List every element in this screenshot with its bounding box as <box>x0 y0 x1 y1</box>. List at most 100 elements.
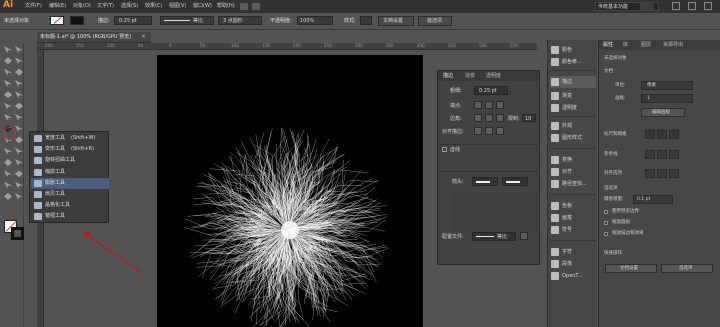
brush-definition[interactable]: 3 点圆形 <box>218 16 262 25</box>
tab-layers[interactable]: 图层 <box>641 43 651 48</box>
fill-swatch[interactable] <box>50 16 64 25</box>
eraser-icon[interactable] <box>15 102 23 110</box>
menu-file[interactable]: 文件(F) <box>25 4 42 9</box>
eyedropper-icon[interactable] <box>4 159 12 166</box>
document-tab[interactable]: 未标题-1.ai* @ 100% (RGB/GPU 预览) × <box>37 32 151 43</box>
rulers-toggle-icon[interactable] <box>645 130 655 139</box>
panel-button[interactable]: 图形样式 <box>550 132 596 144</box>
blend-tool-icon[interactable] <box>15 159 23 166</box>
slice-tool-icon[interactable] <box>15 181 23 189</box>
close-tab-icon[interactable]: × <box>141 34 146 40</box>
preview-bounds-checkbox[interactable] <box>604 210 608 214</box>
projecting-cap-icon[interactable] <box>496 101 504 109</box>
snap-pixel-icon[interactable] <box>657 169 667 178</box>
keyboard-increment-field[interactable]: 0.1 pt <box>633 195 673 204</box>
tab-asset-export[interactable]: 资源导出 <box>663 43 683 48</box>
lock-guides-icon[interactable] <box>657 150 667 159</box>
stroke-weight-field[interactable]: 0.25 pt <box>114 16 152 25</box>
flyout-tool-item[interactable]: 扇贝工具 <box>31 189 109 200</box>
rotate-tool-icon[interactable] <box>4 113 12 121</box>
menu-object[interactable]: 对象(O) <box>73 4 91 9</box>
scale-tool-icon[interactable] <box>15 113 23 121</box>
snap-point-icon[interactable] <box>669 169 679 178</box>
minimize-icon[interactable] <box>672 2 680 10</box>
graph-tool-icon[interactable] <box>15 170 23 178</box>
flyout-tool-item[interactable]: 缩拢工具 <box>31 167 109 178</box>
search-stock-field[interactable] <box>640 3 654 10</box>
flyout-tool-item[interactable]: 变形工具 (Shift+R) <box>31 144 109 155</box>
type-tool-icon[interactable] <box>4 79 12 87</box>
menu-help[interactable]: 帮助(H) <box>217 4 235 9</box>
panel-button[interactable]: 变换 <box>550 154 596 166</box>
tab-stroke[interactable]: 描边 <box>443 74 453 79</box>
grid-toggle-icon[interactable] <box>657 130 667 139</box>
panel-button[interactable]: 符号 <box>550 224 596 236</box>
hand-tool-icon[interactable] <box>4 192 12 200</box>
panel-button[interactable]: 颜色 <box>550 44 596 56</box>
menu-type[interactable]: 文字(T) <box>97 4 114 9</box>
end-arrowhead-select[interactable] <box>502 177 528 186</box>
scale-corners-checkbox[interactable] <box>604 221 608 225</box>
flyout-tool-item[interactable]: 皱褶工具 <box>31 211 109 222</box>
document-setup-button[interactable]: 文档设置 <box>378 16 414 26</box>
tab-gradient[interactable]: 渐变 <box>465 74 475 79</box>
panel-button[interactable]: 描边 <box>550 76 596 88</box>
artboard-select[interactable]: 1 <box>641 94 693 103</box>
panel-button[interactable]: 透明度 <box>550 102 596 114</box>
bridge-icon[interactable] <box>240 3 248 10</box>
panel-button[interactable]: 外观 <box>550 120 596 132</box>
line-tool-icon[interactable] <box>15 79 23 87</box>
flyout-tool-item[interactable]: 旋转扭曲工具 <box>31 155 109 166</box>
align-outside-icon[interactable] <box>496 127 504 135</box>
quick-preferences-button[interactable]: 首选项 <box>661 264 713 273</box>
round-cap-icon[interactable] <box>485 101 493 109</box>
artboard[interactable] <box>157 55 423 327</box>
tab-transparency[interactable]: 透明度 <box>486 74 501 79</box>
smart-guides-icon[interactable] <box>669 150 679 159</box>
opacity-field[interactable]: 100% <box>297 16 333 25</box>
shaper-tool-icon[interactable] <box>4 102 12 110</box>
limit-field[interactable]: 10 <box>522 114 536 122</box>
snap-grid-icon[interactable] <box>645 169 655 178</box>
stroke-swatch[interactable] <box>70 16 84 25</box>
menu-view[interactable]: 视图(V) <box>169 4 186 9</box>
panel-button[interactable]: OpenT... <box>550 270 596 282</box>
gradient-tool-icon[interactable] <box>15 147 23 155</box>
variable-width-profile[interactable]: 等比 <box>160 16 214 25</box>
tab-libraries[interactable]: 库 <box>623 43 628 48</box>
symbol-sprayer-icon[interactable] <box>4 170 12 178</box>
menu-effect[interactable]: 效果(C) <box>145 4 162 9</box>
menu-edit[interactable]: 编辑(E) <box>49 4 66 9</box>
edit-artboard-button[interactable]: 编辑画板 <box>641 108 685 117</box>
zoom-tool-icon[interactable] <box>15 192 23 200</box>
weight-field[interactable]: 0.25 pt <box>474 86 508 95</box>
align-inside-icon[interactable] <box>485 127 493 135</box>
unit-select[interactable]: 像素 <box>641 81 693 90</box>
transparency-grid-icon[interactable] <box>669 130 679 139</box>
paintbrush-icon[interactable] <box>15 91 23 99</box>
show-guides-icon[interactable] <box>645 150 655 159</box>
miter-join-icon[interactable] <box>474 114 482 122</box>
close-window-icon[interactable] <box>704 2 712 10</box>
pen-tool-icon[interactable] <box>4 68 12 76</box>
artboard-tool-icon[interactable] <box>4 181 12 189</box>
panel-button[interactable]: 字符 <box>550 246 596 258</box>
selection-tool-icon[interactable] <box>4 46 12 53</box>
perspective-icon[interactable] <box>15 136 23 144</box>
direct-selection-tool-icon[interactable] <box>15 46 23 53</box>
rectangle-tool-icon[interactable] <box>4 91 12 99</box>
horizontal-ruler[interactable]: 200 150 100 50 0 50 100 150 200 250 300 350 400 450 50… <box>37 43 537 50</box>
tab-properties[interactable]: 属性 <box>603 43 613 48</box>
panel-button[interactable]: 段落 <box>550 258 596 270</box>
menu-select[interactable]: 选择(S) <box>121 4 138 9</box>
panel-button[interactable]: 画笔 <box>550 212 596 224</box>
panel-button[interactable]: 对齐 <box>550 166 596 178</box>
magic-wand-icon[interactable] <box>4 57 12 65</box>
panel-button[interactable]: 渐变 <box>550 90 596 102</box>
panel-button[interactable]: 路径查找... <box>550 178 596 190</box>
flyout-tool-item[interactable]: 晶格化工具 <box>31 200 109 211</box>
menu-window[interactable]: 窗口(W) <box>193 4 212 9</box>
dashed-checkbox[interactable] <box>442 147 447 152</box>
align-center-icon[interactable] <box>474 127 482 135</box>
stroke-color-icon[interactable] <box>11 227 24 240</box>
